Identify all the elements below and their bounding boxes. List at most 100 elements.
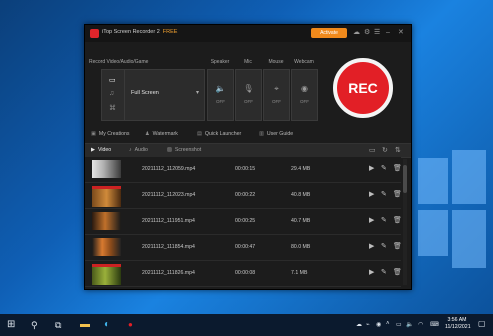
nav-watermark[interactable]: ♟ Watermark <box>145 131 178 137</box>
file-explorer-icon[interactable]: ▬ <box>80 319 90 331</box>
mic-toggle[interactable]: 🎙 OFF <box>235 69 262 121</box>
video-thumbnail <box>92 238 121 256</box>
record-tray-icon[interactable]: ◉ <box>376 321 381 328</box>
table-row[interactable]: 20211112_111826.mp4 00:00:08 7.1 MB ▶ ✎ … <box>85 261 401 287</box>
scrollbar-thumb[interactable] <box>403 165 407 193</box>
delete-icon[interactable]: 🗑 <box>393 164 401 172</box>
nav-quick-launcher-label: Quick Launcher <box>204 131 242 137</box>
tab-screenshot-label: Screenshot <box>174 147 202 153</box>
file-duration: 00:00:47 <box>235 244 256 250</box>
activate-button[interactable]: Activate <box>311 28 347 38</box>
music-icon[interactable]: ♫ <box>109 90 114 97</box>
rec-button[interactable]: REC <box>333 58 393 118</box>
windows-start-icon[interactable]: ⊞ <box>7 319 15 331</box>
windows-wallpaper-logo <box>418 150 486 268</box>
itop-taskbar-icon[interactable]: ● <box>128 319 133 331</box>
tab-screenshot[interactable]: ▧ Screenshot <box>167 147 201 153</box>
video-thumbnail <box>92 264 121 285</box>
play-icon[interactable]: ▶ <box>369 268 374 276</box>
tab-audio[interactable]: ♪ Audio <box>129 147 148 153</box>
file-duration: 00:00:22 <box>235 192 256 198</box>
file-name: 20211112_112059.mp4 <box>142 166 196 172</box>
monitor-icon[interactable]: ▭ <box>109 76 116 84</box>
nav-my-creations-label: My Creations <box>98 131 130 137</box>
cloud-tray-icon[interactable]: ☁ <box>356 321 362 328</box>
table-row[interactable]: 20211112_112023.mp4 00:00:22 40.8 MB ▶ ✎… <box>85 183 401 209</box>
minimize-icon[interactable]: – <box>386 28 390 38</box>
delete-icon[interactable]: 🗑 <box>393 216 401 224</box>
nav-my-creations[interactable]: ▣ My Creations <box>91 131 129 137</box>
capture-mode-selector[interactable]: ▭ ♫ ⌘ Full Screen ▾ <box>101 69 205 121</box>
capture-mode-value: Full Screen <box>131 90 159 96</box>
file-duration: 00:00:08 <box>235 270 256 276</box>
edit-icon[interactable]: ✎ <box>381 190 387 198</box>
table-row[interactable]: 20211112_111854.mp4 00:00:47 80.0 MB ▶ ✎… <box>85 235 401 261</box>
delete-icon[interactable]: 🗑 <box>393 190 401 198</box>
video-thumbnail <box>92 186 121 207</box>
delete-icon[interactable]: 🗑 <box>393 242 401 250</box>
wifi-icon[interactable]: ◠ <box>418 321 423 328</box>
cloud-icon[interactable]: ☁ <box>353 28 360 38</box>
volume-icon[interactable]: 🔈 <box>406 321 413 328</box>
open-folder-icon[interactable]: ▭ <box>369 146 376 154</box>
file-name: 20211112_111951.mp4 <box>142 218 195 224</box>
file-name: 20211112_112023.mp4 <box>142 192 196 198</box>
clock-time: 3:56 AM <box>447 317 467 323</box>
video-thumbnail <box>92 160 121 178</box>
edit-icon[interactable]: ✎ <box>381 268 387 276</box>
task-view-icon[interactable]: ⧉ <box>55 319 61 331</box>
table-row[interactable]: 20211112_112059.mp4 00:00:15 29.4 MB ▶ ✎… <box>85 157 401 183</box>
table-row[interactable]: 20211112_111951.mp4 00:00:25 40.7 MB ▶ ✎… <box>85 209 401 235</box>
language-icon[interactable]: ⌨ <box>430 321 439 328</box>
usb-tray-icon[interactable]: ⌁ <box>366 321 370 328</box>
delete-icon[interactable]: 🗑 <box>393 268 401 276</box>
app-title-text: iTop Screen Recorder 2 <box>102 29 160 35</box>
settings-icon[interactable]: ⚙ <box>364 28 370 38</box>
file-duration: 00:00:25 <box>235 218 256 224</box>
edge-browser-icon[interactable]: ◐ <box>104 319 110 331</box>
play-icon[interactable]: ▶ <box>369 242 374 250</box>
list-scrollbar[interactable] <box>403 159 407 285</box>
nav-quick-launcher[interactable]: ▤ Quick Launcher <box>197 131 241 137</box>
watermark-icon: ♟ <box>145 131 150 137</box>
mouse-toggle[interactable]: ⌖ OFF <box>263 69 290 121</box>
file-duration: 00:00:15 <box>235 166 256 172</box>
edit-icon[interactable]: ✎ <box>381 216 387 224</box>
file-name: 20211112_111854.mp4 <box>142 244 195 250</box>
play-icon[interactable]: ▶ <box>369 216 374 224</box>
tab-video[interactable]: ▶ Video <box>91 147 111 153</box>
menu-icon[interactable]: ☰ <box>374 28 380 38</box>
mic-icon: 🎙 <box>243 84 254 93</box>
file-size: 29.4 MB <box>291 166 311 172</box>
nav-user-guide-label: User Guide <box>266 131 294 137</box>
nav-user-guide[interactable]: ▥ User Guide <box>259 131 293 137</box>
play-icon[interactable]: ▶ <box>369 190 374 198</box>
file-size: 40.8 MB <box>291 192 311 198</box>
mouse-icon: ⌖ <box>274 84 279 93</box>
video-thumbnail <box>92 212 121 230</box>
mic-label: Mic <box>244 59 252 65</box>
gamepad-icon[interactable]: ⌘ <box>109 104 116 112</box>
notification-icon[interactable]: ▢ <box>478 319 486 328</box>
mouse-state: OFF <box>272 99 281 104</box>
taskbar-clock[interactable]: 3:56 AM 11/12/2021 <box>445 317 471 331</box>
recordings-list: 20211112_112059.mp4 00:00:15 29.4 MB ▶ ✎… <box>85 157 401 289</box>
play-icon[interactable]: ▶ <box>369 164 374 172</box>
app-title: iTop Screen Recorder 2 FREE <box>102 29 177 35</box>
sort-icon[interactable]: ⇅ <box>395 146 401 154</box>
speaker-state: OFF <box>216 99 225 104</box>
folder-icon: ▣ <box>91 131 96 137</box>
webcam-toggle[interactable]: ◉ OFF <box>291 69 318 121</box>
audio-icon: ♪ <box>129 147 132 153</box>
refresh-icon[interactable]: ↻ <box>382 146 388 154</box>
file-name: 20211112_111826.mp4 <box>142 270 195 276</box>
edit-icon[interactable]: ✎ <box>381 242 387 250</box>
chevron-down-icon[interactable]: ▾ <box>196 89 199 96</box>
search-icon[interactable]: ⚲ <box>31 319 38 331</box>
edit-icon[interactable]: ✎ <box>381 164 387 172</box>
title-bar[interactable]: iTop Screen Recorder 2 FREE Activate ☁ ⚙ … <box>85 25 411 42</box>
close-icon[interactable]: ✕ <box>398 28 404 38</box>
speaker-toggle[interactable]: 🔈 OFF <box>207 69 234 121</box>
chevron-up-icon[interactable]: ˄ <box>386 321 390 327</box>
network-icon[interactable]: ▭ <box>396 321 402 328</box>
